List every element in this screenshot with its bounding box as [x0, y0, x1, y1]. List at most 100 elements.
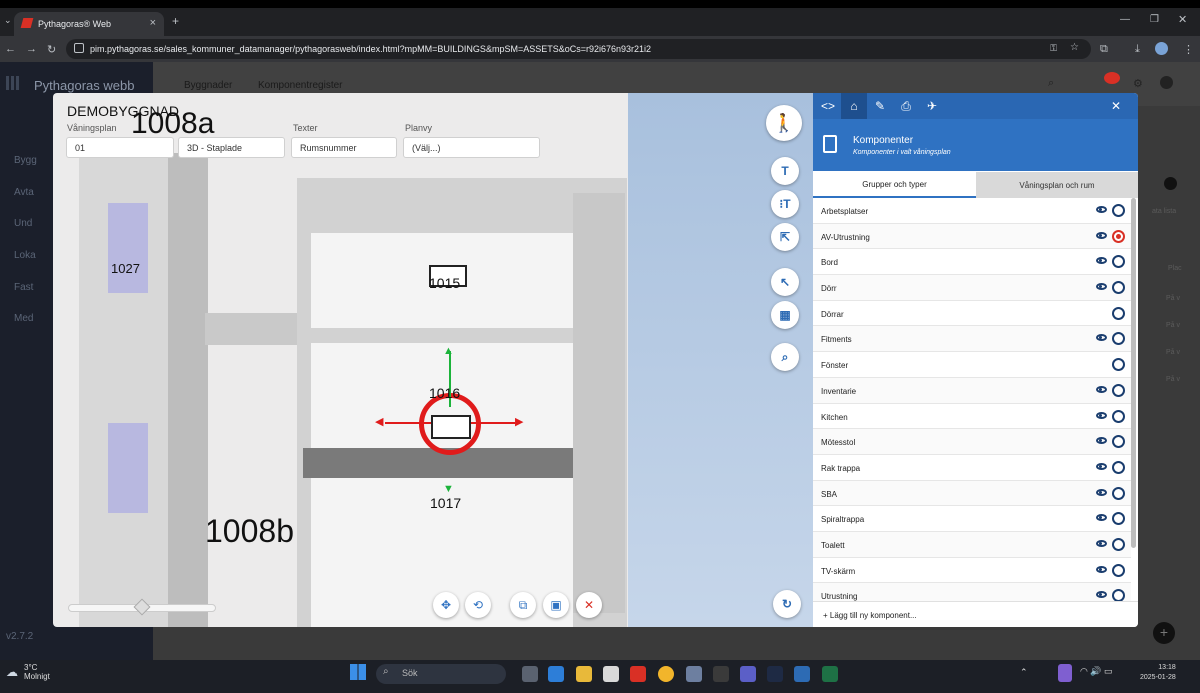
app-icon-4[interactable] — [767, 666, 783, 682]
windows-start-icon[interactable] — [350, 664, 366, 680]
tab-groups-and-types[interactable]: Grupper och typer — [813, 172, 976, 198]
component-row[interactable]: Arbetsplatser — [813, 198, 1131, 224]
header-search-icon[interactable]: ⌕ — [1048, 77, 1054, 90]
nav-item-med[interactable]: Med — [14, 313, 33, 324]
settings-gear-icon[interactable]: ⚙ — [1133, 77, 1143, 90]
file-explorer-icon[interactable] — [576, 666, 592, 682]
select-radio[interactable] — [1112, 306, 1125, 320]
component-row[interactable]: TV-skärm — [813, 558, 1131, 584]
component-row[interactable]: Toalett — [813, 531, 1131, 558]
visibility-eye-icon[interactable] — [1096, 231, 1107, 239]
visibility-eye-icon[interactable] — [1096, 257, 1107, 265]
nav-item-fast[interactable]: Fast — [14, 282, 33, 293]
text-list-icon[interactable]: ⁝T — [771, 190, 799, 218]
text-tool-icon[interactable]: T — [771, 157, 799, 185]
select-tool-icon[interactable]: ⇱ — [771, 223, 799, 251]
add-component-button[interactable]: + Lägg till ny komponent... — [813, 601, 1138, 627]
visibility-eye-icon[interactable] — [1096, 539, 1107, 547]
close-tab-icon[interactable]: × — [150, 17, 156, 29]
grid-view-icon[interactable]: ▦ — [771, 301, 799, 329]
select-radio[interactable] — [1112, 460, 1125, 474]
app-icon-2[interactable] — [686, 666, 702, 682]
tray-chevron-icon[interactable]: ⌃ — [1020, 667, 1028, 678]
nav-item-loka[interactable]: Loka — [14, 250, 36, 261]
copy-icon[interactable]: ⧉ — [510, 592, 536, 618]
select-radio[interactable] — [1112, 563, 1125, 577]
plan-view-select[interactable]: (Välj...) — [403, 137, 540, 158]
gizmo-up-arrow-icon[interactable]: ▲ — [443, 345, 454, 357]
visibility-eye-icon[interactable] — [1096, 565, 1107, 573]
menu-icon[interactable]: ⋮ — [1183, 43, 1194, 56]
av-equipment-icon[interactable] — [431, 415, 471, 439]
bookmark-star-icon[interactable]: ☆ — [1070, 42, 1079, 53]
reset-view-icon[interactable]: ↻ — [773, 590, 801, 618]
component-row[interactable]: SBA — [813, 480, 1131, 507]
component-row[interactable]: Mötesstol — [813, 429, 1131, 455]
visibility-eye-icon[interactable] — [1096, 462, 1107, 470]
walk-mode-icon[interactable]: 🚶 — [766, 105, 802, 141]
gizmo-left-arrow-icon[interactable]: ◀ — [375, 415, 383, 428]
wifi-volume-battery-icon[interactable]: ◠ 🔊 ▭ — [1080, 666, 1113, 677]
excel-icon[interactable] — [822, 666, 838, 682]
zoom-fit-icon[interactable]: ⌕ — [771, 343, 799, 371]
delete-icon[interactable]: ✕ — [576, 592, 602, 618]
visibility-eye-icon[interactable] — [1096, 283, 1107, 291]
weather-cloud-icon[interactable]: ☁ — [6, 665, 18, 679]
pointer-tool-icon[interactable]: ↖ — [771, 268, 799, 296]
app-icon-l[interactable] — [630, 666, 646, 682]
visibility-eye-icon[interactable] — [1096, 514, 1107, 522]
calendar-icon[interactable] — [603, 666, 619, 682]
profile-avatar[interactable] — [1155, 42, 1168, 55]
select-radio[interactable] — [1112, 332, 1125, 346]
component-row[interactable]: Fönster — [813, 352, 1131, 378]
visibility-eye-icon[interactable] — [1096, 437, 1107, 445]
select-radio[interactable] — [1112, 409, 1125, 423]
key-icon[interactable]: ⚿ — [1050, 43, 1057, 54]
taskbar-search[interactable]: Sök — [376, 664, 506, 684]
select-radio[interactable] — [1112, 281, 1125, 295]
tab-rocket-icon[interactable]: ✈ — [919, 93, 945, 119]
component-row[interactable]: Dörr — [813, 275, 1131, 301]
chrome-icon[interactable] — [658, 666, 674, 682]
notification-badge[interactable] — [1104, 72, 1120, 84]
app-icon-3[interactable] — [713, 666, 729, 682]
reload-icon[interactable]: ↻ — [47, 43, 56, 56]
view-mode-select[interactable]: 3D - Staplade — [178, 137, 285, 158]
url-input[interactable]: pim.pythagoras.se/sales_kommuner_dataman… — [66, 39, 1091, 59]
header-link-byggnader[interactable]: Byggnader — [184, 80, 232, 91]
browser-tab[interactable]: Pythagoras® Web × — [14, 12, 164, 36]
user-avatar[interactable] — [1160, 76, 1173, 89]
tab-print-icon[interactable]: ⎙ — [893, 93, 919, 119]
select-radio[interactable] — [1112, 486, 1125, 500]
download-icon[interactable]: ⤓ — [1135, 43, 1140, 56]
list-scrollbar[interactable] — [1131, 198, 1136, 548]
select-radio[interactable] — [1112, 435, 1125, 449]
tab-code-icon[interactable]: <> — [815, 93, 841, 119]
component-row[interactable]: Rak trappa — [813, 455, 1131, 481]
component-row[interactable]: Fitments — [813, 326, 1131, 353]
new-tab-icon[interactable]: + — [172, 14, 179, 28]
rotate-tool-icon[interactable]: ⟲ — [465, 592, 491, 618]
extensions-icon[interactable]: ⧉ — [1100, 43, 1108, 56]
component-row[interactable]: Spiraltrappa — [813, 506, 1131, 532]
visibility-eye-icon[interactable] — [1096, 411, 1107, 419]
layers-icon[interactable]: ▣ — [543, 592, 569, 618]
mic-icon[interactable] — [1058, 664, 1072, 682]
app-icon-1[interactable] — [548, 666, 564, 682]
tab-floors-and-rooms[interactable]: Våningsplan och rum — [976, 172, 1138, 198]
floor-select[interactable]: 01 — [66, 137, 174, 158]
select-radio[interactable] — [1112, 255, 1125, 269]
apps-grid-icon[interactable] — [6, 76, 20, 90]
select-radio[interactable] — [1112, 383, 1125, 397]
teams-icon[interactable] — [740, 666, 756, 682]
visibility-eye-icon[interactable] — [1096, 488, 1107, 496]
select-radio[interactable] — [1112, 229, 1125, 243]
tab-components-icon[interactable]: ⌂ — [841, 93, 867, 119]
text-select[interactable]: Rumsnummer — [291, 137, 397, 158]
tab-search-icon[interactable]: ⌄ — [4, 15, 12, 26]
component-row[interactable]: Kitchen — [813, 404, 1131, 430]
tab-paint-icon[interactable]: ✎ — [867, 93, 893, 119]
panel-close-icon[interactable]: ✕ — [1103, 93, 1129, 119]
select-radio[interactable] — [1112, 358, 1125, 372]
3d-viewer[interactable]: ▲ ▼ ◀ ▶ DEMOBYGGNAD 1008a 1008b 1027 101… — [53, 93, 813, 627]
